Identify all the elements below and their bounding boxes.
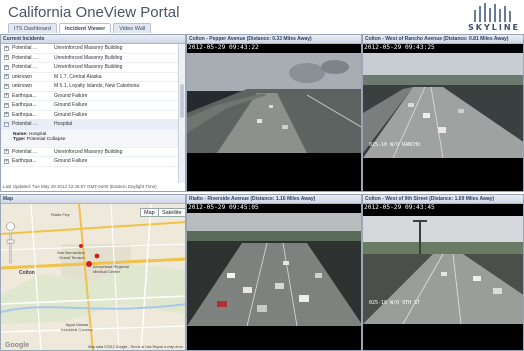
expand-icon[interactable]: +	[4, 83, 9, 89]
map-panel: Map Rialto Fwy Colton San Bernardino Gra…	[0, 194, 186, 351]
map-label: Grand Terrace	[59, 255, 85, 260]
last-updated-text: Last Updated: Tue May 29 2012 12:45:07 G…	[3, 184, 157, 189]
tab-its-dashboard[interactable]: ITS Dashboard	[8, 23, 57, 33]
camera-image	[363, 216, 523, 324]
collapse-icon[interactable]: −	[4, 121, 9, 127]
google-logo: Google	[5, 342, 30, 349]
expand-icon[interactable]: +	[4, 158, 9, 164]
zoom-control[interactable]	[6, 222, 15, 266]
camera-image	[187, 213, 361, 326]
list-item[interactable]: + Earthqua... Ground Failure	[1, 101, 179, 111]
incidents-panel: Current Incidents + Potential ... Unreinfo…	[0, 34, 186, 192]
map-type-map-button[interactable]: Map	[140, 208, 159, 217]
camera-feed[interactable]: 2012-05-29 09:45:05	[187, 204, 361, 350]
camera-panel: Colton - Pepper Avenue (Distance: 0.33 M…	[186, 34, 362, 192]
map-header: Map	[1, 195, 185, 204]
camera-panel: Colton - West of Rancho Avenue (Distance…	[362, 34, 524, 192]
camera-title: Rialto - Riverside Avenue (Distance: 1.1…	[187, 195, 361, 204]
list-item[interactable]: + Potential ... Unreinforced Masonry Build…	[1, 44, 179, 54]
camera-caption: 025-10 W/O 9TH ST	[369, 300, 421, 306]
list-item[interactable]: + Earthqua... Ground Failure	[1, 111, 179, 120]
map-label: Rialto Fwy	[51, 212, 70, 217]
camera-timestamp: 2012-05-29 09:43:45	[364, 204, 435, 211]
expand-icon[interactable]: +	[4, 64, 9, 70]
list-item[interactable]: + unknown M 5.1, Loyalty Islands, New Cale…	[1, 82, 179, 92]
expand-icon[interactable]: +	[4, 112, 9, 118]
camera-timestamp: 2012-05-29 09:43:25	[364, 44, 435, 51]
camera-feed[interactable]: 2012-05-29 09:43:25 025-10 W/O RANCHO	[363, 44, 523, 191]
expand-icon[interactable]: +	[4, 45, 9, 51]
expand-icon[interactable]: +	[4, 55, 9, 61]
map-canvas[interactable]: Rialto Fwy Colton San Bernardino Grand T…	[1, 204, 185, 350]
camera-feed[interactable]: 2012-05-29 09:43:22	[187, 44, 361, 191]
tab-video-wall[interactable]: Video Wall	[113, 23, 152, 33]
list-item-expanded[interactable]: − Potential ... Hospital	[1, 120, 179, 130]
camera-caption: 025-10 W/O RANCHO	[369, 142, 421, 148]
list-item[interactable]: + Potential ... Unreinforced Masonry Build…	[1, 148, 179, 157]
list-item[interactable]: + Potential ... Unreinforced Masonry Build…	[1, 54, 179, 63]
expand-icon[interactable]: +	[4, 93, 9, 99]
camera-title: Colton - West of 9th Street (Distance: 1…	[363, 195, 523, 204]
map-attribution[interactable]: Map data ©2012 Google - Terms of Use Rep…	[88, 345, 183, 349]
camera-feed[interactable]: 2012-05-29 09:43:45 025-10 W/O 9TH ST	[363, 204, 523, 350]
map-type-satellite-button[interactable]: Satellite	[158, 208, 185, 217]
camera-panel: Colton - West of 9th Street (Distance: 1…	[362, 194, 524, 351]
scrollbar-thumb[interactable]	[180, 84, 184, 118]
map-label: Colton	[19, 270, 35, 276]
expand-icon[interactable]: +	[4, 102, 9, 108]
map-label: Agua Mansa Industrial Corridor	[61, 322, 93, 332]
page-title: California OneView Portal	[8, 4, 180, 21]
list-scrollbar[interactable]	[178, 44, 185, 183]
list-item[interactable]: + Potential ... Unreinforced Masonry Build…	[1, 63, 179, 73]
expand-icon[interactable]: +	[4, 74, 9, 80]
list-item[interactable]: + unknown M 1.7, Central Alaska	[1, 73, 179, 82]
map-label: Arrowhead Regional Medical Center	[93, 264, 130, 274]
camera-panel: Rialto - Riverside Avenue (Distance: 1.1…	[186, 194, 362, 351]
tab-incident-viewer[interactable]: Incident Viewer	[59, 23, 112, 33]
camera-title: Colton - West of Rancho Avenue (Distance…	[363, 35, 523, 44]
camera-timestamp: 2012-05-29 09:45:05	[188, 204, 259, 211]
camera-timestamp: 2012-05-29 09:43:22	[188, 44, 259, 51]
skyline-logo: SKYLINE	[468, 2, 518, 32]
list-item[interactable]: + Earthqua... Ground Failure	[1, 157, 179, 167]
incidents-header: Current Incidents	[1, 35, 185, 44]
incident-detail: Name: Hospital Type: Potential Collapse	[1, 129, 179, 148]
camera-title: Colton - Pepper Avenue (Distance: 0.33 M…	[187, 35, 361, 44]
expand-icon[interactable]: +	[4, 149, 9, 155]
tab-bar: ITS Dashboard Incident Viewer Video Wall	[8, 23, 152, 33]
camera-image	[187, 53, 361, 153]
incident-list: + Potential ... Unreinforced Masonry Build…	[1, 44, 179, 183]
list-item[interactable]: + Earthqua... Ground Failure	[1, 92, 179, 101]
